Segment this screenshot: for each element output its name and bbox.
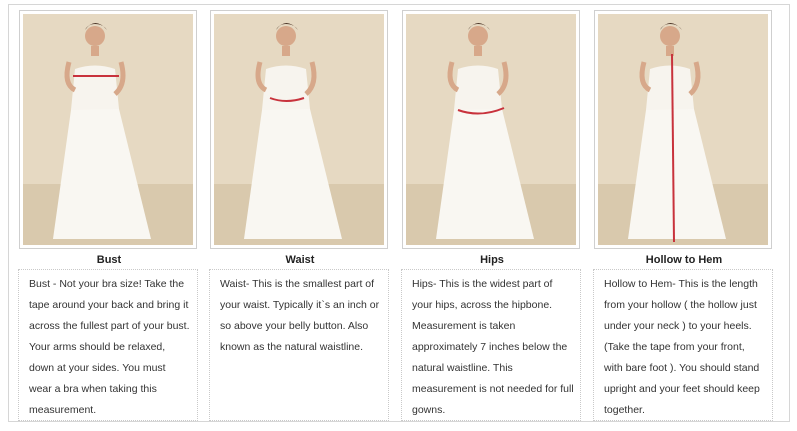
hips-model-photo <box>402 10 580 249</box>
hollow-to-hem-model-photo <box>594 10 772 249</box>
bust-model-photo <box>19 10 197 249</box>
waist-title: Waist <box>285 254 315 266</box>
hollow-to-hem-title: Hollow to Hem <box>645 254 723 266</box>
size-guide-panel: Bust Bust - Not your bra size! Take the … <box>8 4 790 422</box>
bust-description: Bust - Not your bra size! Take the tape … <box>18 269 198 421</box>
hollow-to-hem-description: Hollow to Hem- This is the length from y… <box>593 269 773 421</box>
waist-model-photo <box>210 10 388 249</box>
bust-title: Bust <box>96 254 122 266</box>
hollow-to-hem-model-image <box>598 14 768 245</box>
waist-description: Waist- This is the smallest part of your… <box>209 269 389 421</box>
waist-model-image <box>214 14 384 245</box>
bust-model-image <box>23 14 193 245</box>
hips-title: Hips <box>480 254 504 266</box>
hips-description: Hips- This is the widest part of your hi… <box>401 269 581 421</box>
hips-model-image <box>406 14 576 245</box>
